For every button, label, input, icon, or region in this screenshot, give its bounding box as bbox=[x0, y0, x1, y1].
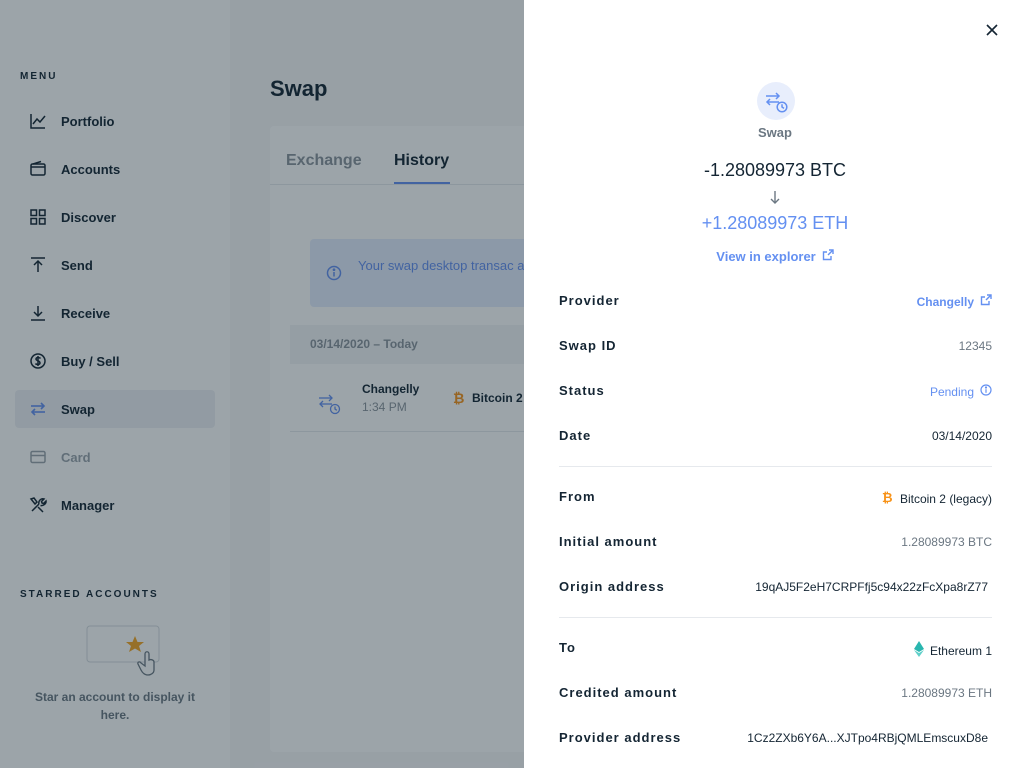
bitcoin-icon: ₿ bbox=[882, 490, 894, 507]
origin-address-value[interactable]: 19qAJ5F2eH7CRPFfj5c94x22zFcXpa8rZ77 bbox=[755, 580, 988, 594]
arrow-down-icon bbox=[766, 188, 784, 211]
origin-address-label: Origin address bbox=[559, 579, 665, 594]
date-label: Date bbox=[559, 428, 592, 443]
external-link-icon bbox=[822, 249, 834, 264]
explorer-link-label: View in explorer bbox=[716, 249, 816, 264]
section-divider bbox=[559, 466, 992, 467]
svg-text:₿: ₿ bbox=[882, 491, 893, 504]
drawer-title: Swap bbox=[758, 125, 792, 140]
initial-amount-value: 1.28089973 BTC bbox=[901, 535, 992, 549]
amount-to: +1.28089973 ETH bbox=[701, 213, 849, 233]
info-icon bbox=[980, 384, 992, 399]
swap-id-label: Swap ID bbox=[559, 338, 617, 353]
from-value: Bitcoin 2 (legacy) bbox=[899, 491, 992, 506]
provider-label: Provider bbox=[559, 293, 620, 308]
initial-amount-label: Initial amount bbox=[559, 534, 658, 549]
close-button[interactable] bbox=[982, 22, 1002, 42]
provider-address-value[interactable]: 1Cz2ZXb6Y6A...XJTpo4RBjQMLEmscuxD8e bbox=[747, 731, 988, 745]
external-link-icon bbox=[980, 294, 992, 309]
from-label: From bbox=[559, 489, 596, 504]
credited-amount-value: 1.28089973 ETH bbox=[901, 686, 992, 700]
provider-address-label: Provider address bbox=[559, 730, 682, 745]
status-value: Pending bbox=[929, 384, 974, 399]
ethereum-icon bbox=[913, 641, 924, 660]
swap-id-value: 12345 bbox=[958, 339, 992, 353]
amount-from: -1.28089973 BTC bbox=[703, 160, 847, 180]
from-account[interactable]: ₿ Bitcoin 2 (legacy) bbox=[882, 490, 992, 507]
provider-link[interactable]: Changelly bbox=[917, 294, 992, 309]
section-divider bbox=[559, 617, 992, 618]
view-in-explorer-link[interactable]: View in explorer bbox=[675, 249, 875, 264]
date-value: 03/14/2020 bbox=[931, 429, 992, 443]
to-value: Ethereum 1 bbox=[929, 643, 992, 658]
credited-amount-label: Credited amount bbox=[559, 685, 678, 700]
status-badge[interactable]: Pending bbox=[930, 384, 992, 399]
provider-value: Changelly bbox=[916, 294, 974, 309]
to-account[interactable]: Ethereum 1 bbox=[913, 641, 992, 660]
swap-header-icon bbox=[757, 82, 795, 120]
to-label: To bbox=[559, 640, 576, 655]
close-icon bbox=[985, 23, 999, 42]
status-label: Status bbox=[559, 383, 605, 398]
